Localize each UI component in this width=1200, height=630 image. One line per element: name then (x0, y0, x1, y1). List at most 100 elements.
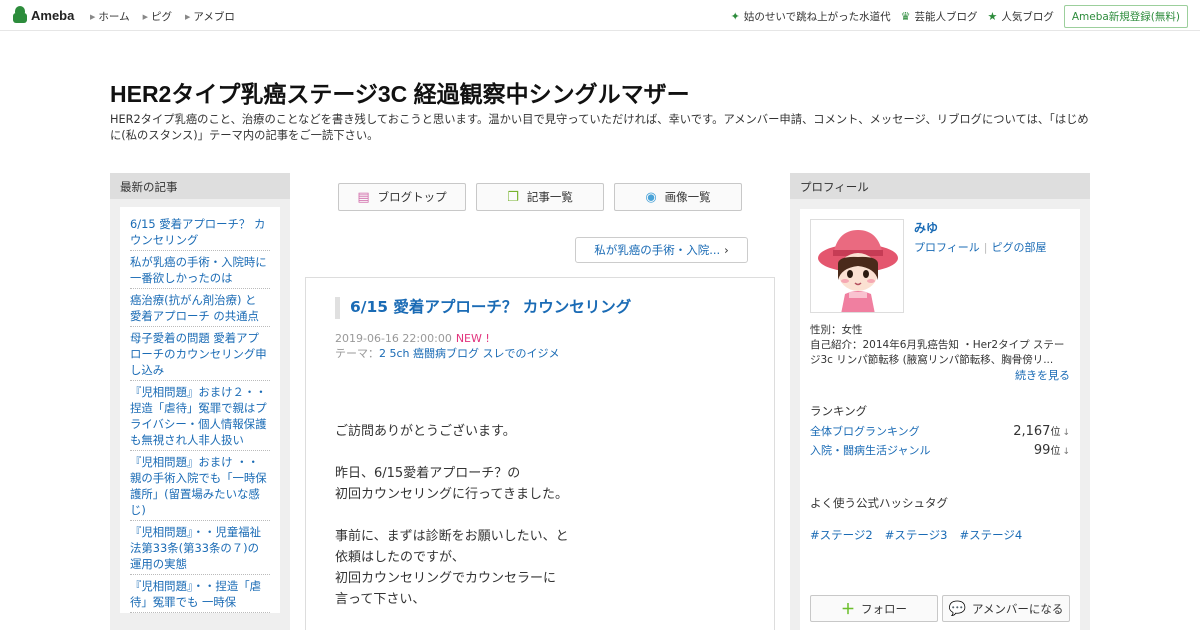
profile-box: みゆ プロフィール | ピグの部屋 性別：女性 自己紹介：2014年6月乳癌告知 ・… (800, 209, 1080, 630)
list-item[interactable]: 母子愛着の問題 愛着アプローチのカウンセリング申し込み (130, 327, 270, 381)
list-item[interactable]: 『児相問題』・・児童福祉法第33条(第33条の７)の運用の実態 (130, 521, 270, 575)
blog-top-label: ブログトップ (377, 190, 447, 204)
article-meta: 2019-06-16 22:00:00 NEW ! テーマ：2 5ch 癌闘病ブロ… (335, 331, 560, 361)
triangle-right-icon: ▶ (184, 12, 191, 21)
theme-label: テーマ： (335, 347, 379, 360)
celebrity-blog-label: 芸能人ブログ (914, 11, 978, 23)
arrow-down-icon: ↓ (1062, 447, 1070, 457)
plus-icon: ＋ (841, 601, 855, 618)
hashtag-link[interactable]: #ステージ2 (810, 527, 873, 543)
article-list-button[interactable]: ❐ 記事一覧 (476, 183, 604, 211)
profile-intro: 自己紹介：2014年6月乳癌告知 ・Her2タイプ ステージ3c リンパ節転移 … (810, 339, 1065, 366)
profile-name[interactable]: みゆ (914, 219, 938, 236)
hashtag-link[interactable]: #ステージ3 (885, 527, 948, 543)
profile-link[interactable]: プロフィール (914, 241, 980, 254)
paragraph: 昨日、6/15愛着アプローチ？の 初回カウンセリングに行ってきました。 (335, 463, 569, 505)
read-more-link[interactable]: 続きを見る (1015, 367, 1070, 383)
body-line: ご訪問ありがとうございます。 (335, 424, 516, 439)
camera-icon: ◉ (645, 189, 657, 205)
chat-bubble-icon: 💬 (948, 600, 966, 617)
image-list-button[interactable]: ◉ 画像一覧 (614, 183, 742, 211)
trending-link[interactable]: ✦ 姑のせいで跳ね上がった水道代 (731, 9, 891, 24)
theme-link[interactable]: 2 5ch 癌闘病ブログ スレでのイジメ (379, 347, 560, 360)
body-line: 事前に、まずは診断をお願いしたい、と (335, 529, 569, 544)
triangle-right-icon: ▶ (90, 12, 96, 21)
star-icon: ★ (987, 10, 998, 23)
body-line: 言って下さい、 (335, 592, 426, 607)
list-item[interactable]: 『児相問題』おまけ２・・捏造「虐待」冤罪で親はプライバシー・個人情報保護も無視さ… (130, 381, 270, 451)
popular-blog-label: 人気ブログ (1001, 11, 1054, 23)
hashtag-title: よく使う公式ハッシュタグ (810, 496, 948, 510)
list-item[interactable]: 『児相問題』・・捏造「虐待」冤罪でも 一時保 (130, 575, 270, 613)
ranking-title: ランキング (810, 404, 868, 418)
article-title[interactable]: 6/15 愛着アプローチ？ カウンセリング (335, 297, 631, 319)
hashtag-link[interactable]: #ステージ4 (959, 527, 1022, 543)
ameba-logo-icon (12, 6, 28, 24)
register-button[interactable]: Ameba新規登録(無料) (1063, 5, 1188, 28)
nav-pig[interactable]: ▶ ピグ (143, 9, 172, 24)
copy-icon: ❐ (507, 189, 519, 205)
profile-info: 性別：女性 自己紹介：2014年6月乳癌告知 ・Her2タイプ ステージ3c リ… (810, 323, 1072, 368)
article-card: 6/15 愛着アプローチ？ カウンセリング 2019-06-16 22:00:0… (305, 277, 775, 630)
article-date: 2019-06-16 22:00:00 (335, 332, 452, 345)
blog-top-button[interactable]: ▤ ブログトップ (338, 183, 466, 211)
profile-links: プロフィール | ピグの部屋 (914, 239, 1047, 255)
previous-article-link[interactable]: 私が乳癌の手術・入院... › (575, 237, 748, 263)
list-item[interactable]: 6/15 愛着アプローチ？ カウンセリング (130, 213, 270, 251)
ranking-unit: 位 (1050, 446, 1061, 457)
document-icon: ▤ (357, 189, 370, 205)
celebrity-blog-link[interactable]: ♛ 芸能人ブログ (901, 9, 978, 24)
body-line: 初回カウンセリングに行ってきました。 (335, 487, 568, 502)
nav-pig-label: ピグ (150, 11, 172, 23)
arrow-down-icon: ↓ (1062, 428, 1070, 438)
ranking-row: 入院・闘病生活ジャンル 99位 ↓ (810, 442, 1070, 458)
divider: | (983, 241, 988, 254)
list-item[interactable]: 癌治療(抗がん剤治療) と 愛着アプローチ の共通点 (130, 289, 270, 327)
trending-link-label: 姑のせいで跳ね上がった水道代 (743, 11, 891, 23)
nav-ameblo[interactable]: ▶ アメブロ (185, 9, 235, 24)
latest-articles-heading: 最新の記事 (110, 173, 290, 199)
follow-label: フォロー (861, 601, 907, 616)
ranking-unit: 位 (1050, 427, 1061, 438)
new-badge: NEW ! (455, 332, 490, 345)
ranking-label[interactable]: 入院・闘病生活ジャンル (810, 442, 930, 458)
profile-panel: プロフィール みゆ プロフィール | ピグの部屋 性別：女性 自己紹介：2014… (790, 173, 1090, 630)
list-item[interactable]: 私が乳癌の手術・入院時に一番欲しかったのは (130, 251, 270, 289)
body-line: 昨日、6/15愛着アプローチ？の (335, 466, 521, 481)
ranking-label[interactable]: 全体ブログランキング (810, 423, 920, 439)
popular-blog-link[interactable]: ★ 人気ブログ (987, 9, 1053, 24)
nav-home[interactable]: ▶ ホーム (90, 9, 130, 24)
hashtag-list: #ステージ2 #ステージ3 #ステージ4 (810, 527, 1034, 543)
logo-text: Ameba (31, 7, 75, 23)
pig-room-link[interactable]: ピグの部屋 (992, 241, 1047, 254)
crown-icon: ♛ (900, 10, 911, 23)
body-line: 初回カウンセリングでカウンセラーに (335, 571, 557, 586)
follow-button[interactable]: ＋ フォロー (810, 595, 938, 622)
list-item[interactable]: 『児相問題』おまけ ・・親の手術入院でも「一時保護所」(留置場みたいな感じ) (130, 451, 270, 521)
blog-description: HER2タイプ乳癌のこと、治療のことなどを書き残しておこうと思います。温かい目で… (110, 113, 1089, 142)
nav-ameblo-label: アメブロ (193, 11, 235, 23)
sparkle-icon: ✦ (730, 10, 740, 23)
blog-title[interactable]: HER2タイプ乳癌ステージ3C 経過観察中シングルマザー (110, 75, 690, 109)
avatar-illustration (811, 220, 903, 312)
amember-button[interactable]: 💬 アメンバーになる (942, 595, 1070, 622)
global-header: Ameba ▶ ホーム ▶ ピグ ▶ アメブロ ✦ 姑のせいで跳ね上がった水道代 ♛ 芸能… (0, 0, 1200, 31)
body-line: 依頼はしたのですが、 (335, 550, 465, 565)
ranking-row: 全体ブログランキング 2,167位 ↓ (810, 423, 1070, 439)
profile-heading: プロフィール (790, 173, 1090, 199)
profile-gender: 性別：女性 (810, 324, 863, 336)
chevron-right-icon: › (724, 243, 729, 257)
global-nav: ▶ ホーム ▶ ピグ ▶ アメブロ (90, 9, 248, 24)
ranking-value: 99 (1033, 443, 1051, 458)
latest-articles-list: 6/15 愛着アプローチ？ カウンセリング 私が乳癌の手術・入院時に一番欲しかっ… (120, 207, 280, 613)
ameba-logo[interactable]: Ameba (12, 6, 74, 24)
paragraph: ご訪問ありがとうございます。 (335, 421, 569, 442)
image-list-label: 画像一覧 (664, 190, 711, 204)
article-body: ご訪問ありがとうございます。 昨日、6/15愛着アプローチ？の 初回カウンセリン… (335, 421, 569, 630)
avatar[interactable] (810, 219, 904, 313)
ranking-value: 2,167 (1013, 424, 1051, 439)
previous-article-label: 私が乳癌の手術・入院... (594, 243, 721, 257)
header-right-links: ✦ 姑のせいで跳ね上がった水道代 ♛ 芸能人ブログ ★ 人気ブログ Ameba新規登録… (731, 5, 1188, 28)
latest-articles-panel: 最新の記事 6/15 愛着アプローチ？ カウンセリング 私が乳癌の手術・入院時に… (110, 173, 290, 630)
paragraph: 事前に、まずは診断をお願いしたい、と 依頼はしたのですが、 初回カウンセリングで… (335, 526, 569, 610)
